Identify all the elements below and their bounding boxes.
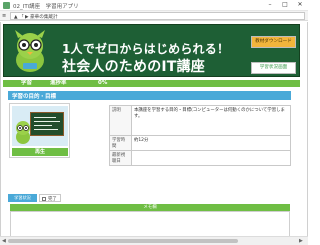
address-bar: ≡ ▲ 「 ▶ 豪華の集蔵計: [0, 11, 308, 21]
progress-bar: 学習 進捗率 0%: [3, 80, 300, 87]
video-panel: 再生: [9, 103, 70, 158]
section-title: 学習の目的・目標: [12, 94, 57, 100]
table-row: 最新視聴日: [109, 150, 291, 166]
complete-checkbox-field[interactable]: 完了: [39, 194, 61, 202]
horizontal-scrollbar[interactable]: ◀ ▶: [0, 236, 308, 245]
table-row: 学習時間 約12分: [109, 135, 291, 151]
title-bar: 02_ITi講座 学習用アプリ – □ ✕: [0, 0, 308, 11]
row-value: [131, 150, 291, 166]
complete-label: 完了: [48, 197, 57, 202]
status-row: 学習状況 完了: [8, 194, 108, 203]
minimize-button[interactable]: –: [264, 1, 276, 9]
chalkboard-icon: [30, 112, 64, 136]
row-label: 最新視聴日: [109, 150, 132, 166]
row-label: 説明: [109, 105, 132, 136]
memo-header: メモ欄: [10, 204, 290, 211]
memo-title: メモ欄: [143, 205, 157, 210]
progress-value: 0%: [98, 80, 108, 86]
close-button[interactable]: ✕: [294, 1, 306, 9]
main-content: 1人でゼロからはじめられる！ 社会人のためのIT講座 教材ダウンロード 学習状況…: [0, 22, 308, 236]
progress-label-study: 学習: [21, 80, 33, 86]
app-icon: [3, 2, 10, 9]
window-title: 02_ITi講座 学習用アプリ: [13, 4, 79, 10]
memo-textarea[interactable]: [10, 211, 290, 236]
address-text: ▲ 「 ▶ 豪華の集蔵計: [14, 15, 58, 20]
complete-checkbox[interactable]: [42, 196, 46, 201]
info-table: 説明 本講座を学習する目的・目標(コンピューターは何動くのかについて学習します。…: [109, 105, 291, 166]
course-banner: 1人でゼロからはじめられる！ 社会人のためのIT講座 教材ダウンロード 学習状況…: [3, 24, 300, 77]
address-field[interactable]: ▲ 「 ▶ 豪華の集蔵計: [10, 12, 305, 20]
section-header: 学習の目的・目標: [8, 91, 291, 100]
row-value: 本講座を学習する目的・目標(コンピューターは何動くのかについて学習します。: [131, 105, 291, 136]
row-label: 学習時間: [109, 135, 132, 151]
play-button[interactable]: 再生: [12, 148, 68, 156]
window-controls: – □ ✕: [264, 1, 306, 9]
mascot-icon: [15, 30, 45, 72]
progress-label-rate: 進捗率: [50, 80, 67, 86]
status-label: 学習状況: [8, 194, 37, 202]
scroll-thumb[interactable]: [8, 239, 238, 243]
maximize-button[interactable]: □: [279, 1, 291, 9]
table-row: 説明 本講座を学習する目的・目標(コンピューターは何動くのかについて学習します。: [109, 105, 291, 136]
row-value: 約12分: [131, 135, 291, 151]
scroll-right-icon[interactable]: ▶: [299, 238, 303, 244]
banner-headline: 1人でゼロからはじめられる！: [62, 42, 230, 56]
menu-icon[interactable]: ≡: [2, 13, 6, 19]
banner-title: 社会人のためのIT講座: [62, 59, 205, 75]
download-materials-button[interactable]: 教材ダウンロード: [251, 36, 296, 48]
video-thumbnail[interactable]: [12, 106, 68, 146]
learning-status-button[interactable]: 学習状況画面: [251, 62, 296, 74]
scroll-left-icon[interactable]: ◀: [2, 238, 6, 244]
